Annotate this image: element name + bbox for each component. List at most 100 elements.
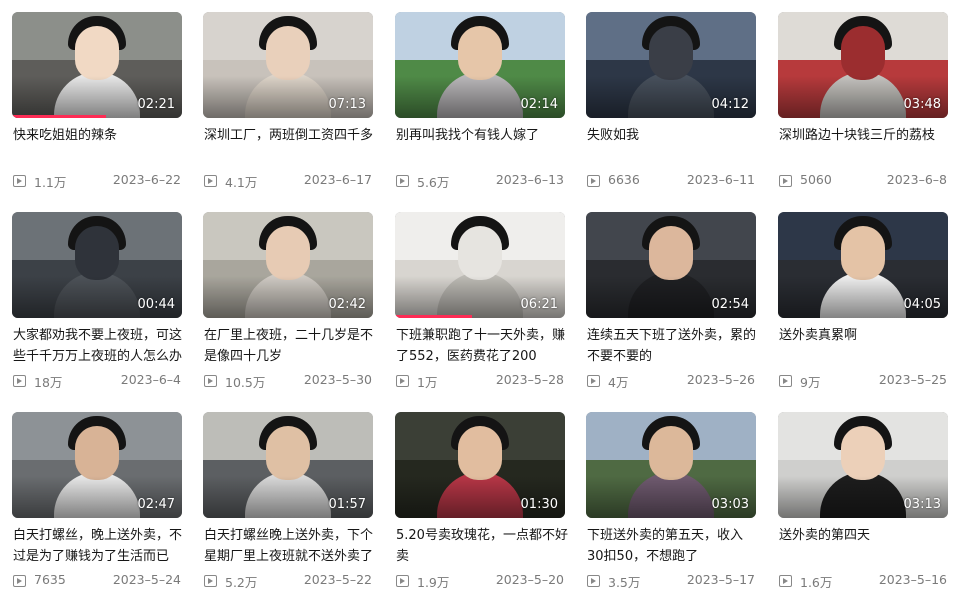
view-count: 9万: [800, 375, 821, 390]
video-title[interactable]: 深圳工厂，两班倒工资四千多: [204, 125, 376, 146]
video-thumbnail[interactable]: 03:48: [778, 12, 948, 118]
video-meta: 4.1万 2023–6–17: [204, 172, 372, 190]
video-thumbnail[interactable]: 02:54: [586, 212, 756, 318]
video-card[interactable]: 03:03 下班送外卖的第五天，收入30扣50，不想跑了 3.5万 2023–5–17: [586, 412, 756, 602]
video-title[interactable]: 白天打螺丝晚上送外卖，下个星期厂里上夜班就不送外卖了: [204, 525, 376, 567]
video-duration: 00:44: [137, 297, 175, 312]
publish-date: 2023–6–13: [495, 172, 564, 187]
video-thumbnail[interactable]: 03:03: [586, 412, 756, 518]
video-card[interactable]: 03:48 深圳路边十块钱三斤的荔枝 5060 2023–6–8: [778, 12, 948, 202]
video-thumbnail[interactable]: 04:05: [778, 212, 948, 318]
view-count: 5060: [800, 172, 832, 187]
video-title[interactable]: 下班送外卖的第五天，收入30扣50，不想跑了: [587, 525, 759, 567]
publish-date: 2023–5–25: [878, 372, 947, 387]
video-duration: 02:47: [137, 497, 175, 512]
play-count-icon: [13, 175, 26, 187]
view-count: 1.9万: [417, 575, 450, 590]
watch-progress-bar: [12, 115, 106, 118]
video-thumbnail[interactable]: 02:42: [203, 212, 373, 318]
video-title[interactable]: 送外卖真累啊: [779, 325, 951, 346]
play-count-icon: [204, 375, 217, 387]
play-count-icon: [587, 575, 600, 587]
publish-date: 2023–6–4: [120, 372, 181, 387]
video-thumbnail[interactable]: 06:21: [395, 212, 565, 318]
publish-date: 2023–5–17: [686, 572, 755, 587]
video-card[interactable]: 04:05 送外卖真累啊 9万 2023–5–25: [778, 212, 948, 402]
video-duration: 02:54: [711, 297, 749, 312]
video-title[interactable]: 5.20号卖玫瑰花，一点都不好卖: [396, 525, 568, 567]
play-count-icon: [204, 175, 217, 187]
video-meta: 1.6万 2023–5–16: [779, 572, 947, 590]
video-meta: 3.5万 2023–5–17: [587, 572, 755, 590]
video-title[interactable]: 大家都劝我不要上夜班，可这些千千万万上夜班的人怎么办: [13, 325, 185, 367]
video-title[interactable]: 深圳路边十块钱三斤的荔枝: [779, 125, 951, 146]
video-duration: 03:13: [903, 497, 941, 512]
video-thumbnail[interactable]: 01:30: [395, 412, 565, 518]
video-thumbnail[interactable]: 02:21: [12, 12, 182, 118]
video-thumbnail[interactable]: 02:14: [395, 12, 565, 118]
video-title[interactable]: 失败如我: [587, 125, 759, 146]
play-count-icon: [13, 375, 26, 387]
view-count: 1万: [417, 375, 438, 390]
play-count-icon: [587, 375, 600, 387]
video-duration: 01:30: [520, 497, 558, 512]
video-meta: 1万 2023–5–28: [396, 372, 564, 390]
publish-date: 2023–5–16: [878, 572, 947, 587]
publish-date: 2023–6–22: [112, 172, 181, 187]
publish-date: 2023–6–11: [686, 172, 755, 187]
video-meta: 1.1万 2023–6–22: [13, 172, 181, 190]
video-thumbnail[interactable]: 00:44: [12, 212, 182, 318]
video-thumbnail[interactable]: 03:13: [778, 412, 948, 518]
view-count: 4.1万: [225, 175, 258, 190]
video-card[interactable]: 02:42 在厂里上夜班，二十几岁是不是像四十几岁 10.5万 2023–5–30: [203, 212, 373, 402]
video-card[interactable]: 02:14 别再叫我找个有钱人嫁了 5.6万 2023–6–13: [395, 12, 565, 202]
video-card[interactable]: 01:57 白天打螺丝晚上送外卖，下个星期厂里上夜班就不送外卖了 5.2万 2023–…: [203, 412, 373, 602]
video-title[interactable]: 别再叫我找个有钱人嫁了: [396, 125, 568, 146]
video-duration: 02:42: [328, 297, 366, 312]
video-title[interactable]: 连续五天下班了送外卖，累的不要不要的: [587, 325, 759, 367]
play-count-icon: [396, 575, 409, 587]
video-card[interactable]: 04:12 失败如我 6636 2023–6–11: [586, 12, 756, 202]
video-meta: 10.5万 2023–5–30: [204, 372, 372, 390]
video-card[interactable]: 00:44 大家都劝我不要上夜班，可这些千千万万上夜班的人怎么办 18万 2023–6…: [12, 212, 182, 402]
video-card[interactable]: 01:30 5.20号卖玫瑰花，一点都不好卖 1.9万 2023–5–20: [395, 412, 568, 602]
video-meta: 5060 2023–6–8: [779, 172, 947, 190]
video-duration: 06:21: [520, 297, 558, 312]
video-grid: 02:21 快来吃姐姐的辣条 1.1万 2023–6–22 07:13 深圳工厂，两班倒工…: [0, 0, 960, 598]
play-count-icon: [779, 375, 792, 387]
video-duration: 01:57: [328, 497, 366, 512]
video-card[interactable]: 02:54 连续五天下班了送外卖，累的不要不要的 4万 2023–5–26: [586, 212, 756, 402]
video-card[interactable]: 02:47 白天打螺丝，晚上送外卖，不过是为了赚钱为了生活而已 7635 2023–5…: [12, 412, 182, 602]
publish-date: 2023–5–24: [112, 572, 181, 587]
video-thumbnail[interactable]: 02:47: [12, 412, 182, 518]
video-title[interactable]: 在厂里上夜班，二十几岁是不是像四十几岁: [204, 325, 376, 367]
play-count-icon: [204, 575, 217, 587]
video-title[interactable]: 送外卖的第四天: [779, 525, 951, 546]
publish-date: 2023–5–26: [686, 372, 755, 387]
video-card[interactable]: 07:13 深圳工厂，两班倒工资四千多 4.1万 2023–6–17: [203, 12, 373, 202]
publish-date: 2023–5–30: [303, 372, 372, 387]
publish-date: 2023–6–8: [886, 172, 947, 187]
video-thumbnail[interactable]: 07:13: [203, 12, 373, 118]
video-card[interactable]: 06:21 下班兼职跑了十一天外卖，赚了552，医药费花了200 1万 2023–5–…: [395, 212, 565, 402]
publish-date: 2023–6–17: [303, 172, 372, 187]
video-card[interactable]: 02:21 快来吃姐姐的辣条 1.1万 2023–6–22: [12, 12, 182, 202]
play-count-icon: [396, 375, 409, 387]
view-count: 6636: [608, 172, 640, 187]
video-title[interactable]: 白天打螺丝，晚上送外卖，不过是为了赚钱为了生活而已: [13, 525, 185, 567]
video-card[interactable]: 03:13 送外卖的第四天 1.6万 2023–5–16: [778, 412, 948, 602]
video-title[interactable]: 快来吃姐姐的辣条: [13, 125, 185, 146]
play-count-icon: [779, 175, 792, 187]
video-duration: 03:48: [903, 97, 941, 112]
video-duration: 02:14: [520, 97, 558, 112]
view-count: 5.2万: [225, 575, 258, 590]
video-meta: 18万 2023–6–4: [13, 372, 181, 390]
video-meta: 1.9万 2023–5–20: [396, 572, 564, 590]
video-thumbnail[interactable]: 04:12: [586, 12, 756, 118]
view-count: 3.5万: [608, 575, 641, 590]
video-thumbnail[interactable]: 01:57: [203, 412, 373, 518]
video-title[interactable]: 下班兼职跑了十一天外卖，赚了552，医药费花了200: [396, 325, 568, 367]
view-count: 5.6万: [417, 175, 450, 190]
view-count: 4万: [608, 375, 629, 390]
video-meta: 5.6万 2023–6–13: [396, 172, 564, 190]
